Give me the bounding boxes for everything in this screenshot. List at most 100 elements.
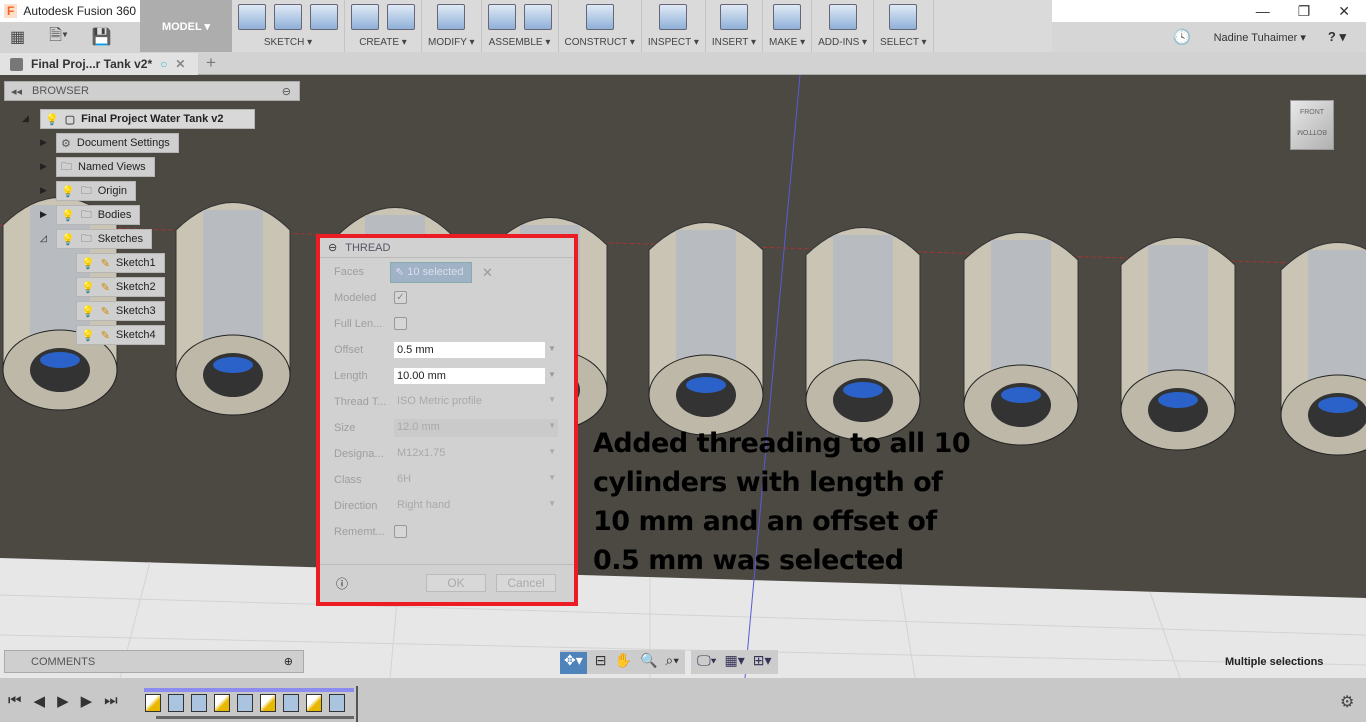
timeline-settings-gear-icon[interactable]: ⚙: [1340, 692, 1354, 712]
collapse-dialog-icon[interactable]: ⊖: [328, 241, 337, 254]
ribbon-group-label[interactable]: SELECT ▾: [880, 37, 927, 48]
lightbulb-icon[interactable]: 💡: [81, 281, 95, 294]
offset-plane-icon[interactable]: [585, 4, 614, 30]
comments-panel[interactable]: COMMENTS ⊕: [4, 650, 304, 673]
threaded-cylinder[interactable]: [175, 202, 291, 416]
remember-checkbox[interactable]: [394, 525, 407, 538]
length-dropdown-icon[interactable]: ▼: [548, 370, 556, 379]
scripts-icon[interactable]: [828, 4, 857, 30]
browser-node-bodies[interactable]: 💡 🗀 Bodies: [56, 205, 141, 225]
save-icon[interactable]: 💾: [92, 27, 112, 47]
rectangle-icon[interactable]: [310, 4, 338, 30]
timeline-sketch-icon[interactable]: [145, 694, 161, 712]
3d-viewport[interactable]: [0, 75, 1366, 678]
expand-toggle-icon[interactable]: ▶: [40, 185, 47, 196]
timeline-extrude-icon[interactable]: [283, 694, 299, 712]
lightbulb-icon[interactable]: 💡: [81, 329, 95, 342]
extrude-icon[interactable]: [351, 4, 379, 30]
expand-toggle-icon[interactable]: ◢: [22, 113, 29, 124]
ribbon-group-label[interactable]: ADD-INS ▾: [818, 37, 867, 48]
lightbulb-icon[interactable]: 💡: [81, 257, 95, 270]
step-forward-icon[interactable]: ▶: [81, 692, 93, 710]
expand-toggle-icon[interactable]: ▶: [40, 137, 47, 148]
press-pull-icon[interactable]: [437, 4, 466, 30]
class-dropdown[interactable]: 6H ▼: [394, 473, 558, 485]
threaded-cylinder[interactable]: [648, 222, 764, 436]
clear-selection-icon[interactable]: ✕: [482, 265, 493, 281]
zoom-icon[interactable]: 🔍: [640, 652, 657, 674]
ribbon-group-label[interactable]: CONSTRUCT ▾: [565, 37, 635, 48]
full-length-checkbox[interactable]: [394, 317, 407, 330]
timeline-revolve-icon[interactable]: [191, 694, 207, 712]
lightbulb-icon[interactable]: 💡: [45, 113, 59, 126]
lightbulb-icon[interactable]: 💡: [81, 305, 95, 318]
timeline-sketch-icon[interactable]: [306, 694, 322, 712]
step-back-icon[interactable]: ◀: [34, 692, 46, 710]
ribbon-group-label[interactable]: CREATE ▾: [359, 37, 407, 48]
browser-node-named-views[interactable]: 🗀 Named Views: [56, 157, 155, 177]
orbit-icon[interactable]: ✥▾: [560, 652, 587, 674]
help-menu[interactable]: ? ▾: [1328, 29, 1346, 45]
select-box-icon[interactable]: [889, 4, 918, 30]
viewcube[interactable]: FRONT BOTTOM: [1290, 100, 1336, 158]
restore-button[interactable]: ❐: [1298, 3, 1311, 20]
fit-icon[interactable]: ⌕▾: [665, 652, 679, 674]
minimize-button[interactable]: —: [1256, 3, 1270, 19]
browser-panel-header[interactable]: ◂◂ BROWSER ⊖: [4, 81, 300, 101]
ribbon-group-label[interactable]: MAKE ▾: [769, 37, 805, 48]
timeline-extrude-icon[interactable]: [168, 694, 184, 712]
thread_type-dropdown[interactable]: ISO Metric profile ▼: [394, 395, 558, 407]
browser-minus-icon[interactable]: ⊖: [282, 85, 291, 98]
joint-icon[interactable]: [523, 4, 552, 30]
designation-dropdown[interactable]: M12x1.75 ▼: [394, 447, 558, 459]
arc-icon[interactable]: [274, 4, 302, 30]
workspace-switcher[interactable]: MODEL ▾: [140, 0, 232, 52]
offset-input[interactable]: 0.5 mm: [394, 342, 545, 358]
ribbon-group-label[interactable]: INSPECT ▾: [648, 37, 699, 48]
data-panel-grid-icon[interactable]: ▦: [10, 27, 25, 47]
insert-image-icon[interactable]: [719, 4, 748, 30]
modeled-checkbox[interactable]: ✓: [394, 291, 407, 304]
lightbulb-icon[interactable]: 💡: [61, 233, 75, 246]
ribbon-group-label[interactable]: INSERT ▾: [712, 37, 756, 48]
close-button[interactable]: ✕: [1338, 3, 1350, 20]
new-component-icon[interactable]: [487, 4, 516, 30]
info-icon[interactable]: ⓘ: [336, 575, 348, 592]
3d-print-icon[interactable]: [773, 4, 802, 30]
browser-node-sketches[interactable]: 💡 🗀 Sketches: [56, 229, 152, 249]
length-input[interactable]: 10.00 mm: [394, 368, 545, 384]
browser-node-origin[interactable]: 💡 🗀 Origin: [56, 181, 137, 201]
pan-hand-icon[interactable]: ✋: [615, 652, 632, 674]
threaded-cylinder[interactable]: [805, 227, 921, 441]
faces-selection-button[interactable]: ⇖ 10 selected: [390, 262, 472, 283]
threaded-cylinder[interactable]: [1120, 237, 1236, 451]
cancel-button[interactable]: Cancel: [496, 574, 556, 592]
go-to-start-icon[interactable]: ⏮: [8, 692, 22, 710]
timeline-sketch-icon[interactable]: [214, 694, 230, 712]
expand-toggle-icon[interactable]: ▶: [40, 209, 47, 220]
browser-node-sketch2[interactable]: 💡 ✎ Sketch2: [76, 277, 165, 297]
ribbon-group-label[interactable]: ASSEMBLE ▾: [489, 37, 551, 48]
timeline-extrude-icon[interactable]: [237, 694, 253, 712]
expand-toggle-icon[interactable]: ▶: [40, 161, 47, 172]
threaded-cylinder[interactable]: [1280, 242, 1366, 456]
new-tab-button[interactable]: +: [206, 53, 216, 73]
timeline-sketch-icon[interactable]: [260, 694, 276, 712]
document-tab[interactable]: Final Proj...r Tank v2* ○ ✕: [0, 53, 198, 75]
ok-button[interactable]: OK: [426, 574, 486, 592]
create-form-icon[interactable]: [387, 4, 415, 30]
browser-node-sketch4[interactable]: 💡 ✎ Sketch4: [76, 325, 165, 345]
grid-settings-icon[interactable]: ▦▾: [725, 652, 745, 672]
lightbulb-icon[interactable]: 💡: [61, 209, 75, 222]
timeline-extrude-icon[interactable]: [329, 694, 345, 712]
measure-icon[interactable]: [659, 4, 688, 30]
user-account-menu[interactable]: Nadine Tuhaimer ▾: [1214, 31, 1306, 44]
browser-root-node[interactable]: 💡 ▢ Final Project Water Tank v2: [40, 109, 255, 129]
browser-node-sketch1[interactable]: 💡 ✎ Sketch1: [76, 253, 165, 273]
browser-node-sketch3[interactable]: 💡 ✎ Sketch3: [76, 301, 165, 321]
timeline-marker[interactable]: [356, 686, 358, 722]
lightbulb-icon[interactable]: 💡: [61, 185, 75, 198]
ribbon-group-label[interactable]: SKETCH ▾: [264, 37, 312, 48]
close-tab-icon[interactable]: ✕: [175, 57, 185, 71]
display-settings-icon[interactable]: 🖵▾: [697, 652, 716, 672]
